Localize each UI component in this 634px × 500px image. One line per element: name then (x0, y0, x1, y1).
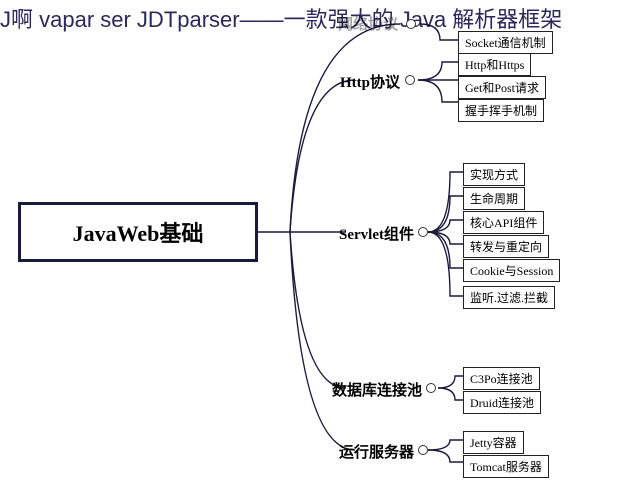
leaf-node: 监听.过滤.拦截 (463, 286, 555, 309)
branch-node: 数据库连接池 (322, 379, 422, 400)
leaf-node: 核心API组件 (463, 211, 544, 234)
leaf-node: Jetty容器 (463, 431, 524, 454)
leaf-node: Http和Https (458, 53, 531, 76)
expand-circle (418, 445, 428, 455)
leaf-node: C3Po连接池 (463, 367, 540, 390)
root-label: JavaWeb基础 (73, 216, 204, 248)
expand-circle (418, 227, 428, 237)
leaf-node: Socket通信机制 (458, 31, 553, 54)
leaf-node: 握手挥手机制 (458, 99, 544, 122)
leaf-node: Cookie与Session (463, 259, 560, 282)
expand-circle (406, 19, 416, 29)
branch-node: Servlet组件 (322, 223, 414, 244)
leaf-node: 生命周期 (463, 187, 525, 210)
branch-node: 运行服务器 (322, 441, 414, 462)
leaf-node: Tomcat服务器 (463, 455, 549, 478)
leaf-node: 实现方式 (463, 163, 525, 186)
leaf-node: 转发与重定向 (463, 235, 549, 258)
leaf-node: Get和Post请求 (458, 76, 546, 99)
branch-node: 网络协议 (320, 13, 398, 34)
root-node: JavaWeb基础 (18, 202, 258, 262)
expand-circle (405, 75, 415, 85)
page-title: J啊 vapar ser JDTparser——一款强大的 Java 解析器框架 (0, 2, 562, 34)
leaf-node: Druid连接池 (463, 391, 541, 414)
branch-node: Http协议 (322, 71, 400, 92)
expand-circle (426, 383, 436, 393)
